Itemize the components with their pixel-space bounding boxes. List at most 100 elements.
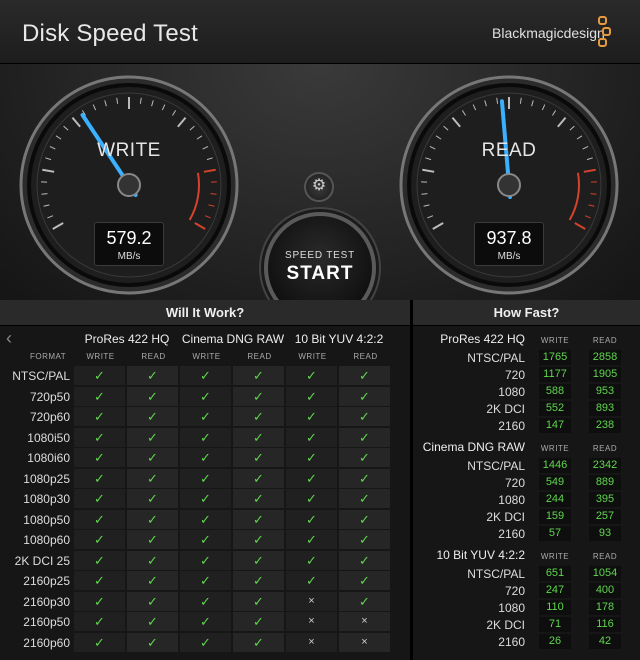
- check-icon: ✓: [286, 366, 337, 385]
- check-icon: ✓: [180, 468, 231, 488]
- check-icon: ✓: [339, 386, 390, 406]
- format-label: 2K DCI: [486, 402, 525, 416]
- codec-group-title: Cinema DNG RAW: [422, 440, 525, 454]
- check-icon: ✓: [127, 407, 178, 426]
- gauge-tick: [210, 193, 217, 195]
- check-icon: ✓: [74, 550, 125, 570]
- settings-button[interactable]: ⚙: [304, 172, 334, 202]
- title-bar: Disk Speed Test Blackmagicdesign: [0, 0, 640, 64]
- read-speed-value: 2342: [589, 458, 621, 473]
- check-icon: ✓: [180, 612, 231, 631]
- format-label: 720p60: [29, 410, 70, 424]
- check-icon: ✓: [74, 448, 125, 467]
- write-column-header: WRITE: [540, 444, 570, 453]
- check-icon: ✓: [233, 489, 284, 508]
- check-icon: ✓: [233, 427, 284, 447]
- write-gauge: WRITE 579.2 MB/s: [18, 74, 240, 296]
- read-gauge: READ 937.8 MB/s: [398, 74, 620, 296]
- write-speed-value: 588: [539, 384, 571, 399]
- read-readout: 937.8 MB/s: [474, 222, 544, 266]
- format-label: 2160p60: [23, 635, 70, 650]
- table-row: 2160p50 ✓ ✓ ✓ ✓ × ×: [0, 612, 410, 632]
- check-icon: ✓: [180, 386, 231, 406]
- write-speed-value: 549: [539, 475, 571, 490]
- check-icon: ✓: [233, 448, 284, 467]
- check-icon: ✓: [286, 489, 337, 508]
- check-icon: ✓: [127, 448, 178, 467]
- format-label: 1080: [498, 601, 525, 615]
- write-speed-value: 244: [539, 492, 571, 507]
- format-label: NTSC/PAL: [467, 351, 525, 365]
- read-speed-value: 1054: [589, 566, 621, 581]
- write-column-header: WRITE: [86, 352, 115, 361]
- check-icon: ✓: [233, 530, 284, 549]
- cross-icon: ×: [339, 632, 390, 652]
- check-icon: ✓: [74, 427, 125, 447]
- check-icon: ✓: [127, 509, 178, 529]
- format-label: 2160p30: [23, 594, 70, 609]
- read-column-header: READ: [592, 552, 618, 561]
- table-row: 1080p60 ✓ ✓ ✓ ✓ ✓ ✓: [0, 530, 410, 550]
- check-icon: ✓: [286, 407, 337, 426]
- format-label: 1080p50: [23, 512, 70, 527]
- table-row: 2160p60 ✓ ✓ ✓ ✓ × ×: [0, 632, 410, 653]
- check-icon: ✓: [339, 489, 390, 508]
- check-icon: ✓: [74, 530, 125, 549]
- check-icon: ✓: [74, 632, 125, 652]
- check-icon: ✓: [180, 571, 231, 590]
- check-icon: ✓: [339, 530, 390, 549]
- cross-icon: ×: [339, 612, 390, 631]
- write-speed-value: 71: [539, 617, 571, 632]
- format-label: 1080p25: [23, 471, 70, 486]
- brand-logo-icon: [598, 16, 612, 50]
- check-icon: ✓: [74, 366, 125, 385]
- format-label: 2160p50: [23, 615, 70, 629]
- write-speed-value: 57: [539, 526, 571, 541]
- check-icon: ✓: [233, 591, 284, 611]
- read-speed-value: 1905: [589, 367, 621, 382]
- codec-header: ProRes 422 HQ: [84, 332, 170, 346]
- start-subtitle: SPEED TEST: [284, 250, 356, 261]
- format-label: 1080i60: [27, 451, 70, 465]
- check-icon: ✓: [286, 530, 337, 549]
- format-label: 720: [504, 368, 525, 382]
- format-label: 720p50: [29, 389, 70, 404]
- read-speed-value: 42: [589, 634, 621, 649]
- table-row: 720p50 ✓ ✓ ✓ ✓ ✓ ✓: [0, 386, 410, 407]
- brand-name: Blackmagicdesign: [492, 25, 605, 41]
- table-row: 720p60 ✓ ✓ ✓ ✓ ✓ ✓: [0, 407, 410, 427]
- write-column-header: WRITE: [540, 336, 570, 345]
- read-speed-value: 116: [589, 617, 621, 632]
- write-speed-value: 110: [539, 600, 571, 615]
- write-speed-value: 26: [539, 634, 571, 649]
- check-icon: ✓: [180, 407, 231, 426]
- check-icon: ✓: [127, 591, 178, 611]
- start-label: START: [286, 263, 354, 284]
- check-icon: ✓: [180, 489, 231, 508]
- chevron-left-icon[interactable]: ‹: [6, 328, 12, 349]
- check-icon: ✓: [339, 509, 390, 529]
- check-icon: ✓: [339, 468, 390, 488]
- check-icon: ✓: [74, 509, 125, 529]
- read-speed-value: 953: [589, 384, 621, 399]
- check-icon: ✓: [233, 407, 284, 426]
- check-icon: ✓: [127, 468, 178, 488]
- read-speed-value: 400: [589, 583, 621, 598]
- will-it-work-header: Will It Work?: [0, 300, 410, 326]
- check-icon: ✓: [286, 448, 337, 467]
- check-icon: ✓: [233, 550, 284, 570]
- format-label: 2160p25: [23, 574, 70, 588]
- check-icon: ✓: [180, 550, 231, 570]
- format-label: 2K DCI: [486, 618, 525, 632]
- check-icon: ✓: [233, 468, 284, 488]
- check-icon: ✓: [74, 591, 125, 611]
- gauge-hub: [497, 173, 521, 197]
- table-row: 2160p30 ✓ ✓ ✓ ✓ × ✓: [0, 591, 410, 612]
- check-icon: ✓: [127, 632, 178, 652]
- check-icon: ✓: [233, 509, 284, 529]
- check-icon: ✓: [127, 427, 178, 447]
- write-speed-value: 1446: [539, 458, 571, 473]
- app-title: Disk Speed Test: [22, 20, 198, 47]
- format-label: 2K DCI 25: [14, 553, 70, 568]
- check-icon: ✓: [74, 386, 125, 406]
